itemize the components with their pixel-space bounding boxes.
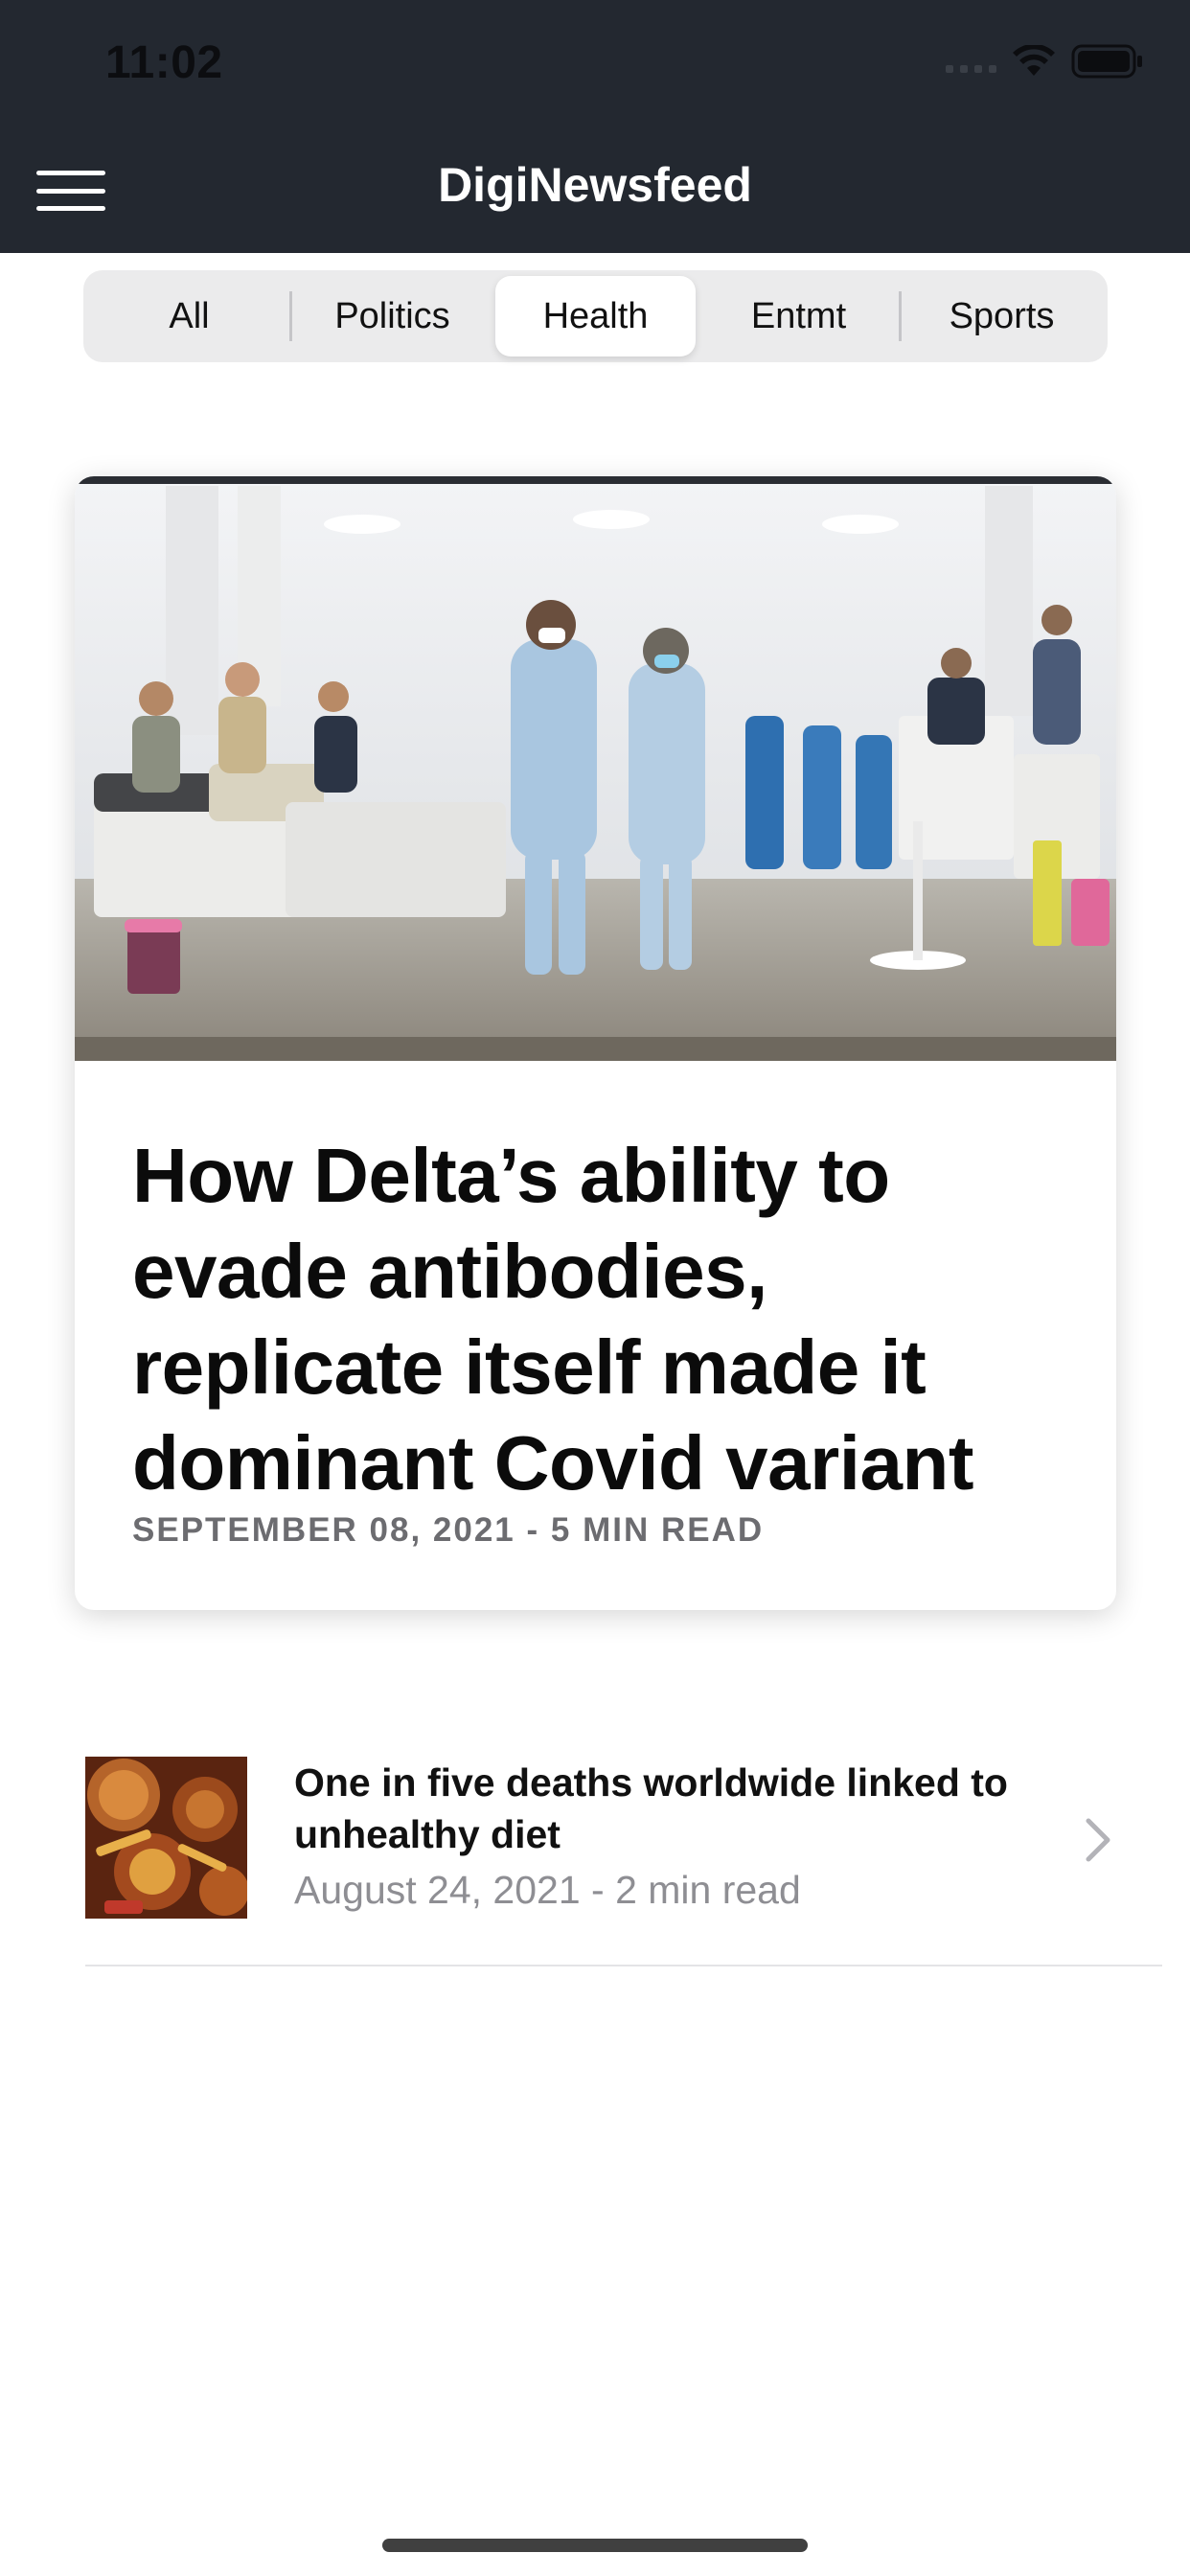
wifi-icon bbox=[1013, 45, 1055, 76]
list-divider bbox=[85, 1965, 1162, 1966]
chevron-right-icon bbox=[1086, 1818, 1110, 1862]
status-time: 11:02 bbox=[105, 37, 223, 88]
app-title: DigiNewsfeed bbox=[438, 158, 752, 212]
article-title: One in five deaths worldwide linked to u… bbox=[294, 1760, 1008, 1856]
tab-politics[interactable]: Politics bbox=[292, 276, 492, 356]
app-screen: 11:02 DigiNewsfeed All Politics Health E… bbox=[0, 0, 1190, 2576]
battery-icon bbox=[1071, 44, 1142, 79]
tab-sports[interactable]: Sports bbox=[902, 276, 1102, 356]
featured-article-card[interactable]: How Delta’s ability to evade antibodies,… bbox=[75, 476, 1116, 1610]
category-segmented-control: All Politics Health Entmt Sports bbox=[83, 270, 1108, 362]
article-thumbnail bbox=[85, 1757, 247, 1919]
status-icons bbox=[946, 44, 1144, 79]
article-list-item[interactable]: One in five deaths worldwide linked to u… bbox=[85, 1757, 1162, 1967]
cellular-signal-icon bbox=[946, 50, 996, 73]
tab-health[interactable]: Health bbox=[495, 276, 696, 356]
featured-article-meta: SEPTEMBER 08, 2021 - 5 MIN READ bbox=[132, 1511, 765, 1549]
article-meta: August 24, 2021 - 2 min read bbox=[294, 1868, 801, 1912]
tab-entmt[interactable]: Entmt bbox=[698, 276, 899, 356]
nav-header: 11:02 DigiNewsfeed bbox=[0, 0, 1190, 253]
tab-all[interactable]: All bbox=[89, 276, 289, 356]
featured-article-title: How Delta’s ability to evade antibodies,… bbox=[132, 1133, 973, 1506]
home-indicator[interactable] bbox=[382, 2539, 808, 2552]
featured-article-image bbox=[75, 476, 1116, 1061]
